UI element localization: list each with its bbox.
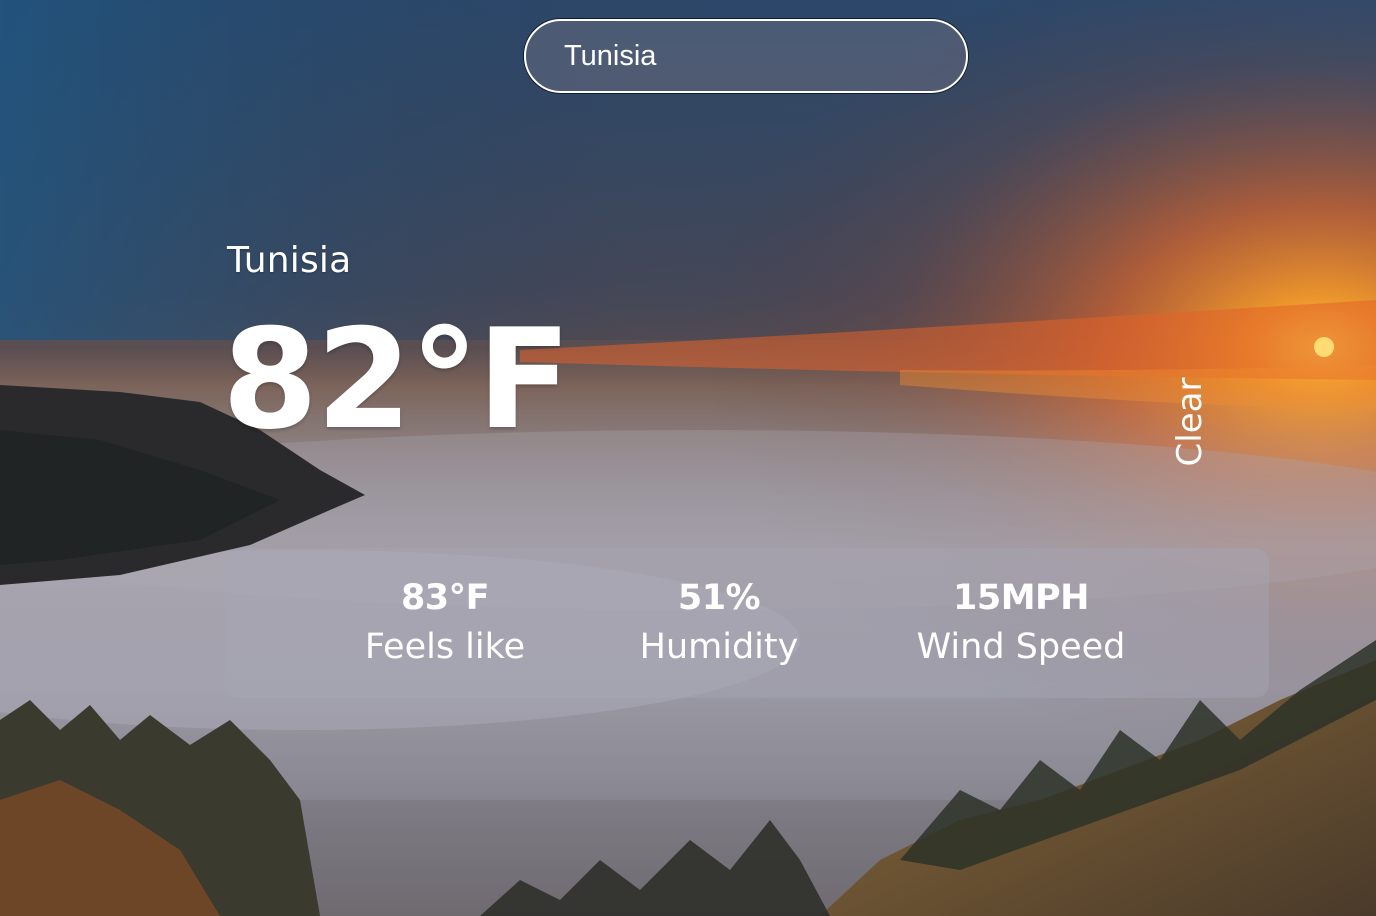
feels-like-label: Feels like	[364, 627, 526, 667]
humidity-stat: 51% Humidity	[640, 574, 799, 672]
feels-like-value: 83°F	[400, 578, 490, 618]
feels-like-stat: 83°F Feels like	[365, 574, 525, 672]
city-name: Tunisia	[227, 240, 352, 281]
current-temperature: 82°F	[222, 299, 571, 460]
weather-condition: Clear	[1170, 377, 1210, 467]
wind-speed-value: 15MPH	[953, 578, 1089, 618]
wind-speed-stat: 15MPH Wind Speed	[917, 574, 1126, 672]
weather-stats-panel: 83°F Feels like 51% Humidity 15MPH Wind …	[225, 548, 1269, 698]
search-bar[interactable]	[524, 19, 968, 93]
humidity-value: 51%	[677, 578, 761, 618]
wind-speed-label: Wind Speed	[916, 627, 1126, 667]
humidity-label: Humidity	[639, 627, 799, 667]
search-input[interactable]	[564, 35, 944, 77]
